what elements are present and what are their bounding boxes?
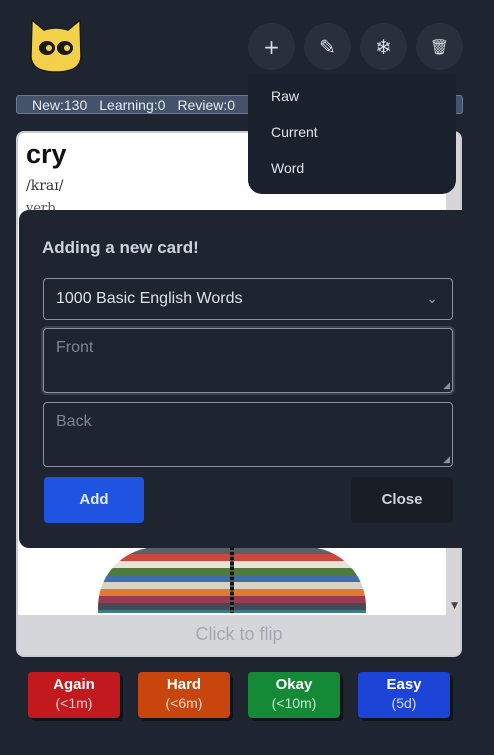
card-word: cry [26,139,67,169]
freeze-card-button[interactable]: ❄ [360,23,407,70]
trash-icon: 🗑 [429,37,450,56]
app-logo [28,18,84,74]
pencil-icon: ✎ [319,34,336,59]
resize-handle-icon[interactable]: ◢ [443,455,450,465]
deck-select-value: 1000 Basic English Words [56,290,243,307]
card-image [98,547,366,613]
deck-select[interactable]: 1000 Basic English Words ⌄ [43,278,453,320]
edit-menu: Raw Current Word [248,74,456,194]
menu-item-raw[interactable]: Raw [248,86,456,122]
add-card-dialog: Adding a new card! 1000 Basic English Wo… [19,210,494,548]
okay-label: Okay [275,676,313,693]
learning-count: Learning:0 [99,96,166,113]
new-count: New:130 [32,96,88,113]
delete-card-button[interactable]: 🗑 [416,23,463,70]
easy-button[interactable]: Easy (5d) [358,672,450,718]
menu-item-word[interactable]: Word [248,158,456,194]
hard-label: Hard [166,676,202,693]
easy-label: Easy [386,676,422,693]
menu-item-current[interactable]: Current [248,122,456,158]
snowflake-icon: ❄ [375,34,392,59]
close-button[interactable]: Close [351,477,453,523]
scroll-down-icon[interactable]: ▼ [451,601,458,611]
again-button[interactable]: Again (<1m) [28,672,120,718]
toolbar: + ✎ ❄ 🗑 [248,23,463,70]
flip-card-button[interactable]: Click to flip [18,615,460,655]
dialog-title: Adding a new card! [42,238,199,257]
chevron-down-icon: ⌄ [426,291,438,307]
card-phonetic: /kraɪ/ [26,178,64,194]
plus-icon: + [263,34,280,59]
add-card-button[interactable]: + [248,23,295,70]
hard-interval: (<6m) [165,695,203,711]
okay-interval: (<10m) [271,695,317,711]
easy-interval: (5d) [391,695,417,711]
front-input[interactable]: Front ◢ [43,328,453,393]
okay-button[interactable]: Okay (<10m) [248,672,340,718]
again-interval: (<1m) [55,695,93,711]
back-input[interactable]: Back ◢ [43,402,453,467]
add-button[interactable]: Add [44,477,144,523]
again-label: Again [53,676,95,693]
hard-button[interactable]: Hard (<6m) [138,672,230,718]
review-count: Review:0 [177,96,236,113]
back-placeholder: Back [56,413,92,430]
edit-card-button[interactable]: ✎ [304,23,351,70]
front-placeholder: Front [56,339,94,356]
resize-handle-icon[interactable]: ◢ [443,381,450,391]
